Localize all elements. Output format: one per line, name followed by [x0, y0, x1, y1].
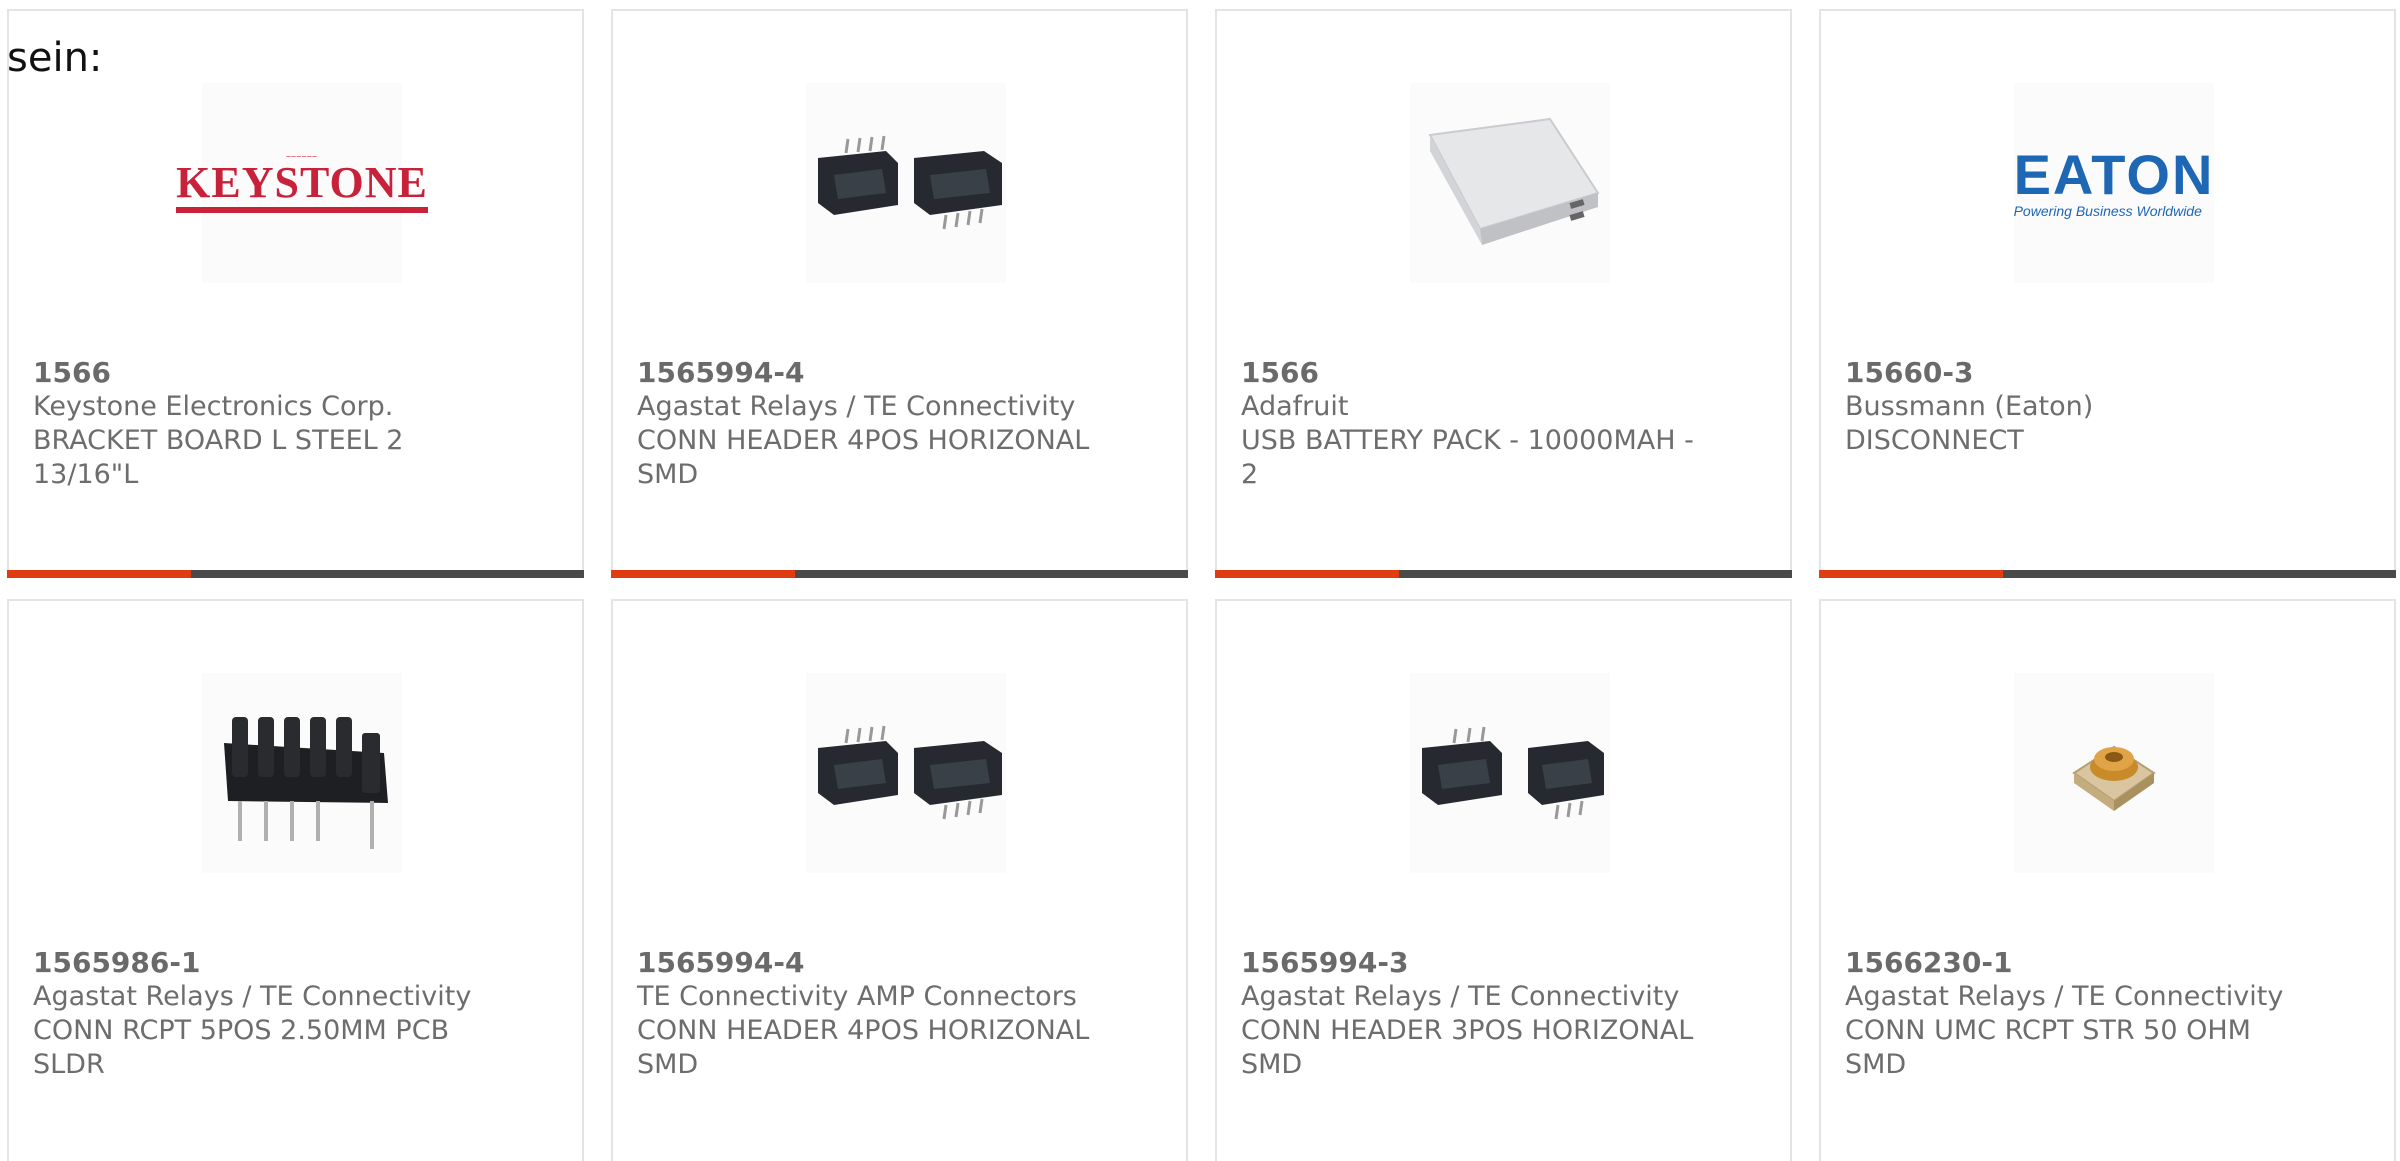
manufacturer-name: TE Connectivity AMP Connectors [637, 981, 1077, 1012]
manufacturer-name: Agastat Relays / TE Connectivity [637, 391, 1076, 422]
product-info: 1565986-1 Agastat Relays / TE Connectivi… [33, 946, 503, 1082]
product-info: 1565994-4 TE Connectivity AMP Connectors… [637, 946, 1107, 1082]
keystone-logo-image[interactable]: ────── KEYSTONE [176, 83, 428, 283]
card-bottom-bar [611, 570, 1188, 578]
product-description: CONN UMC RCPT STR 50 OHM SMD [1845, 1015, 2251, 1080]
receptacle-connector-image[interactable] [202, 673, 402, 873]
product-card[interactable]: EATON Powering Business Worldwide 15660-… [1819, 9, 2396, 578]
product-description: CONN HEADER 4POS HORIZONAL SMD [637, 1015, 1090, 1080]
connector-header-pair-icon [1422, 726, 1604, 820]
part-number-link[interactable]: 1565994-3 [1241, 946, 1711, 980]
card-bottom-bar [7, 570, 584, 578]
eaton-logo-image[interactable]: EATON Powering Business Worldwide [2014, 83, 2214, 283]
product-info: 15660-3 Bussmann (Eaton) DISCONNECT [1845, 356, 2315, 458]
umc-connector-image[interactable] [2014, 673, 2214, 873]
part-number-link[interactable]: 1565994-4 [637, 946, 1107, 980]
manufacturer-name: Keystone Electronics Corp. [33, 391, 394, 422]
product-description: CONN HEADER 3POS HORIZONAL SMD [1241, 1015, 1694, 1080]
product-description: USB BATTERY PACK - 10000MAH - 2 [1241, 425, 1694, 490]
product-grid-page: sein: ────── KEYSTONE 1566 Keystone Elec… [0, 0, 2400, 1161]
manufacturer-name: Adafruit [1241, 391, 1349, 422]
card-accent-bar [7, 570, 191, 578]
product-description: CONN HEADER 4POS HORIZONAL SMD [637, 425, 1090, 490]
card-accent-bar [611, 570, 795, 578]
manufacturer-name: Agastat Relays / TE Connectivity [33, 981, 472, 1012]
card-bottom-bar [1215, 570, 1792, 578]
product-description: DISCONNECT [1845, 425, 2024, 456]
manufacturer-name: Bussmann (Eaton) [1845, 391, 2094, 422]
keystone-logo-text: KEYSTONE [176, 158, 428, 207]
card-accent-bar [1215, 570, 1399, 578]
connector-header-pair-image[interactable] [806, 673, 1006, 873]
product-info: 1566230-1 Agastat Relays / TE Connectivi… [1845, 946, 2315, 1082]
card-accent-bar [1819, 570, 2003, 578]
product-card[interactable]: ────── KEYSTONE 1566 Keystone Electronic… [7, 9, 584, 578]
part-number-link[interactable]: 1566 [33, 356, 503, 390]
manufacturer-name: Agastat Relays / TE Connectivity [1241, 981, 1680, 1012]
battery-pack-icon [1428, 117, 1600, 245]
part-number-link[interactable]: 1566 [1241, 356, 1711, 390]
product-card[interactable]: 1566 Adafruit USB BATTERY PACK - 10000MA… [1215, 9, 1792, 578]
battery-pack-image[interactable] [1410, 83, 1610, 283]
product-description: CONN RCPT 5POS 2.50MM PCB SLDR [33, 1015, 450, 1080]
connector-header-pair-image[interactable] [1410, 673, 1610, 873]
part-number-link[interactable]: 1565986-1 [33, 946, 503, 980]
product-card[interactable]: 1565994-4 Agastat Relays / TE Connectivi… [611, 9, 1188, 578]
eaton-logo-subtext: Powering Business Worldwide [2013, 203, 2202, 219]
part-number-link[interactable]: 1566230-1 [1845, 946, 2315, 980]
umc-connector-icon [2072, 745, 2156, 811]
product-card[interactable]: 1566230-1 Agastat Relays / TE Connectivi… [1819, 599, 2396, 1161]
product-card[interactable]: 1565994-4 TE Connectivity AMP Connectors… [611, 599, 1188, 1161]
eaton-logo-text: EATON [2013, 143, 2215, 206]
connector-header-pair-icon [818, 135, 1002, 230]
product-info: 1565994-3 Agastat Relays / TE Connectivi… [1241, 946, 1711, 1082]
receptacle-connector-icon [224, 717, 388, 849]
product-info: 1566 Keystone Electronics Corp. BRACKET … [33, 356, 503, 492]
product-description: BRACKET BOARD L STEEL 2 13/16"L [33, 425, 404, 490]
card-bottom-bar [1819, 570, 2396, 578]
connector-header-pair-image[interactable] [806, 83, 1006, 283]
manufacturer-name: Agastat Relays / TE Connectivity [1845, 981, 2284, 1012]
product-card[interactable]: 1565994-3 Agastat Relays / TE Connectivi… [1215, 599, 1792, 1161]
product-info: 1565994-4 Agastat Relays / TE Connectivi… [637, 356, 1107, 492]
product-card[interactable]: 1565986-1 Agastat Relays / TE Connectivi… [7, 599, 584, 1161]
connector-header-pair-icon [818, 725, 1002, 820]
product-info: 1566 Adafruit USB BATTERY PACK - 10000MA… [1241, 356, 1711, 492]
part-number-link[interactable]: 1565994-4 [637, 356, 1107, 390]
intro-text: sein: [7, 35, 103, 81]
part-number-link[interactable]: 15660-3 [1845, 356, 2315, 390]
